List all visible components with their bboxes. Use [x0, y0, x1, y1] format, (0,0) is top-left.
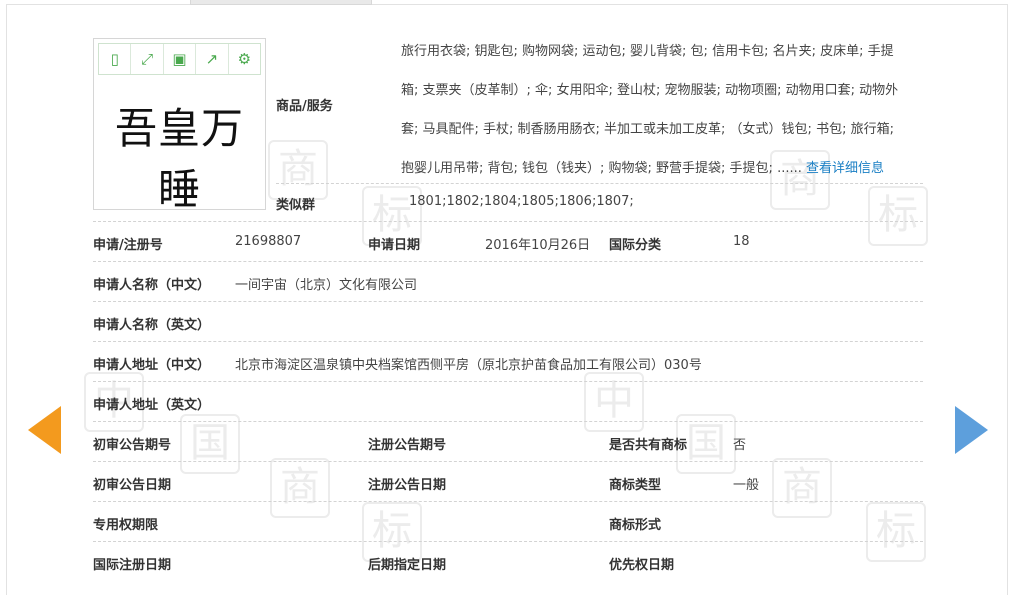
goods-line: 箱; 支票夹（皮革制）; 伞; 女用阳伞; 登山杖; 宠物服装; 动物项圈; 动… — [401, 83, 899, 98]
exclusive-term-label: 专用权期限 — [93, 518, 159, 533]
tm-type-label: 商标类型 — [609, 478, 662, 493]
divider — [93, 421, 923, 422]
reg-no-value: 21698807 — [235, 234, 302, 249]
tm-type-value: 一般 — [733, 478, 760, 493]
reg-no-label: 申请/注册号 — [93, 238, 163, 253]
watermark-stamp: 国 — [180, 414, 240, 474]
similar-group-label: 类似群 — [276, 198, 316, 213]
gear-icon[interactable]: ⚙ — [229, 44, 260, 74]
prev-arrow-icon[interactable] — [28, 406, 61, 454]
applicant-cn-label: 申请人名称（中文） — [93, 278, 211, 293]
prelim-pub-no-label: 初审公告期号 — [93, 438, 172, 453]
watermark-stamp: 商 — [772, 458, 832, 518]
priority-date-label: 优先权日期 — [609, 558, 675, 573]
divider — [93, 461, 923, 462]
view-details-link[interactable]: 查看详细信息 — [806, 161, 884, 176]
intl-class-label: 国际分类 — [609, 238, 662, 253]
save-icon[interactable]: ▣ — [164, 44, 197, 74]
watermark-stamp: 商 — [270, 458, 330, 518]
divider — [93, 541, 923, 542]
goods-line-text: 抱婴儿用吊带; 背包; 钱包（钱夹）; 购物袋; 野营手提袋; 手提包; ...… — [401, 161, 802, 176]
app-date-label: 申请日期 — [368, 238, 421, 253]
divider — [93, 301, 923, 302]
intl-class-value: 18 — [733, 234, 750, 249]
reg-pub-date-label: 注册公告日期 — [368, 478, 447, 493]
goods-line: 旅行用衣袋; 钥匙包; 购物网袋; 运动包; 婴儿背袋; 包; 信用卡包; 名片… — [401, 44, 894, 59]
applicant-en-label: 申请人名称（英文） — [93, 318, 211, 333]
trademark-name: 吾皇万睡 — [114, 104, 244, 214]
intl-reg-date-label: 国际注册日期 — [93, 558, 172, 573]
watermark-stamp: 标 — [868, 186, 928, 246]
tm-form-label: 商标形式 — [609, 518, 662, 533]
goods-line: 套; 马具配件; 手杖; 制香肠用肠衣; 半加工或未加工皮革; （女式）钱包; … — [401, 122, 894, 137]
goods-list: 旅行用衣袋; 钥匙包; 购物网袋; 运动包; 婴儿背袋; 包; 信用卡包; 名片… — [401, 32, 923, 188]
divider — [93, 261, 923, 262]
expand-icon[interactable]: ⤢ — [131, 44, 164, 74]
prelim-pub-date-label: 初审公告日期 — [93, 478, 172, 493]
image-toolbar: ▯ ⤢ ▣ ↗ ⚙ — [98, 43, 261, 75]
divider — [276, 183, 923, 184]
divider — [93, 501, 923, 502]
divider — [93, 221, 923, 222]
address-en-label: 申请人地址（英文） — [93, 398, 211, 413]
divider — [93, 381, 923, 382]
phone-icon[interactable]: ▯ — [99, 44, 132, 74]
goods-label: 商品/服务 — [276, 99, 333, 114]
shared-value: 否 — [733, 438, 747, 453]
top-tab[interactable] — [190, 0, 372, 5]
app-date-value: 2016年10月26日 — [485, 238, 591, 253]
watermark-stamp: 标 — [866, 502, 926, 562]
applicant-cn-value: 一间宇宙（北京）文化有限公司 — [235, 278, 418, 293]
divider — [93, 341, 923, 342]
similar-group-value: 1801;1802;1804;1805;1806;1807; — [409, 194, 634, 209]
reg-pub-no-label: 注册公告期号 — [368, 438, 447, 453]
share-icon[interactable]: ↗ — [196, 44, 229, 74]
address-cn-value: 北京市海淀区温泉镇中央档案馆西侧平房（原北京护苗食品加工有限公司）030号 — [235, 358, 702, 373]
shared-label: 是否共有商标 — [609, 438, 688, 453]
watermark-stamp: 商 — [268, 140, 328, 200]
trademark-image-box: ▯ ⤢ ▣ ↗ ⚙ 吾皇万睡 — [93, 38, 266, 214]
next-arrow-icon[interactable] — [955, 406, 988, 454]
later-date-label: 后期指定日期 — [368, 558, 447, 573]
watermark-stamp: 标 — [362, 502, 422, 562]
address-cn-label: 申请人地址（中文） — [93, 358, 211, 373]
